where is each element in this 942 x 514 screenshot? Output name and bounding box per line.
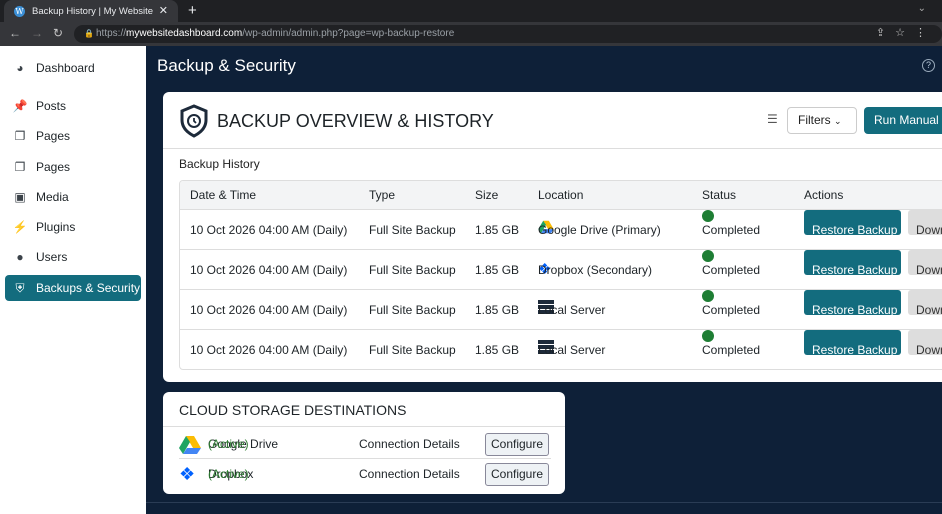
column-header: Actions — [804, 188, 844, 202]
run-manual-backup-button[interactable]: Run Manual Backup — [864, 107, 942, 134]
table-row: 10 Oct 2026 04:00 AM (Daily) Full Site B… — [180, 209, 942, 249]
connection-details: Connection Details — [359, 467, 460, 481]
page-title: Backup & Security — [157, 56, 296, 75]
reload-icon[interactable]: ↻ — [53, 26, 63, 40]
shield-icon: ⛨ — [15, 280, 25, 295]
sidebar-item-pages-2[interactable]: ❐ Pages — [5, 154, 141, 180]
backup-overview-card: BACKUP OVERVIEW & HISTORY ☰ Filters ⌄ Ru… — [163, 92, 942, 382]
cloud-item-dropbox: ❖ Dropbox (Active) Connection Details Co… — [179, 459, 551, 489]
configure-button[interactable]: Configure — [485, 463, 549, 486]
wordpress-icon: W — [14, 5, 25, 17]
sidebar-item-dashboard[interactable]: ◕ Dashboard — [5, 55, 141, 81]
help-icon[interactable]: ? — [922, 59, 935, 72]
media-icon: ▣ — [14, 190, 26, 204]
restore-backup-button[interactable]: Restore Backup — [804, 330, 901, 357]
close-tab-icon[interactable]: ✕ — [159, 4, 168, 17]
pin-icon: 📌 — [12, 99, 28, 113]
date-cell: 10 Oct 2026 04:00 AM (Daily) — [190, 263, 348, 277]
size-cell: 1.85 GB — [475, 223, 520, 237]
dashboard-icon: ◕ — [16, 61, 24, 75]
divider — [163, 148, 942, 149]
chevron-down-icon: ⌄ — [834, 116, 842, 126]
bookmark-icon[interactable]: ⇪☆⋮ — [876, 26, 936, 39]
column-header: Type — [369, 188, 396, 202]
backup-history-table: Date & Time Type Size Location Status Ac… — [179, 180, 942, 370]
restore-backup-button[interactable]: Restore Backup — [804, 250, 901, 277]
download-button[interactable]: Download — [908, 250, 942, 275]
sidebar-item-plugins[interactable]: ⚡ Plugins — [5, 214, 141, 240]
divider — [163, 426, 565, 427]
user-icon: ● — [16, 250, 24, 264]
table-row: 10 Oct 2026 04:00 AM (Daily) Full Site B… — [180, 329, 942, 369]
cloud-item-google-drive: Google Drive (Active) Connection Details… — [179, 429, 551, 459]
download-button[interactable]: Download — [908, 210, 942, 235]
restore-backup-button[interactable]: Restore Backup — [804, 290, 901, 317]
card-title: BACKUP OVERVIEW & HISTORY — [217, 111, 494, 131]
column-header: Status — [702, 188, 737, 202]
new-tab-button[interactable]: + — [188, 2, 197, 19]
column-header: Date & Time — [190, 188, 257, 202]
table-row: 10 Oct 2026 04:00 AM (Daily) Full Site B… — [180, 249, 942, 289]
sidebar-item-pages[interactable]: ❐ Pages — [5, 123, 141, 149]
date-cell: 10 Oct 2026 04:00 AM (Daily) — [190, 223, 348, 237]
forward-icon[interactable]: → — [31, 26, 43, 40]
section-label: Backup History — [179, 157, 260, 171]
column-header: Location — [538, 188, 584, 202]
google-drive-icon — [179, 429, 201, 459]
cloud-card-title: CLOUD STORAGE DESTINATIONS — [179, 402, 407, 418]
filter-icon[interactable]: ☰ — [767, 112, 778, 126]
configure-button[interactable]: Configure — [485, 433, 549, 456]
date-cell: 10 Oct 2026 04:00 AM (Daily) — [190, 303, 348, 317]
sidebar-item-users[interactable]: ● Users — [5, 244, 141, 270]
download-button[interactable]: Download — [908, 330, 942, 355]
tab-title: Backup History | My Website — [32, 5, 154, 17]
plugin-icon: ⚡ — [12, 220, 28, 234]
size-cell: 1.85 GB — [475, 263, 520, 277]
sidebar-item-backups-security[interactable]: ⛨ Backups & Security — [5, 275, 141, 301]
restore-backup-button[interactable]: Restore Backup — [804, 210, 901, 237]
cloud-storage-card: CLOUD STORAGE DESTINATIONS Google Drive … — [163, 392, 565, 494]
sidebar-item-media[interactable]: ▣ Media — [5, 184, 141, 210]
type-cell: Full Site Backup — [369, 263, 456, 277]
divider — [146, 502, 942, 503]
tab-search-icon[interactable]: ⌄ — [918, 3, 926, 14]
size-cell: 1.85 GB — [475, 343, 520, 357]
pages-icon: ❐ — [14, 129, 26, 143]
type-cell: Full Site Backup — [369, 343, 456, 357]
filters-dropdown[interactable]: Filters ⌄ — [787, 107, 857, 134]
dropbox-icon: ❖ — [179, 464, 196, 484]
download-button[interactable]: Download — [908, 290, 942, 315]
type-cell: Full Site Backup — [369, 223, 456, 237]
back-icon[interactable]: ← — [9, 26, 21, 40]
browser-tab[interactable]: W Backup History | My Website ✕ — [4, 0, 178, 22]
type-cell: Full Site Backup — [369, 303, 456, 317]
address-bar-row: ← → ↻ 🔒 https://mywebsitedashboard.com/wp… — [0, 22, 942, 46]
sidebar-item-posts[interactable]: 📌 Posts — [5, 93, 141, 119]
lock-icon: 🔒 — [84, 29, 94, 38]
date-cell: 10 Oct 2026 04:00 AM (Daily) — [190, 343, 348, 357]
sidebar: ◕ Dashboard 📌 Posts ❐ Pages ❐ Pages ▣ Media ⚡… — [0, 46, 146, 514]
table-row: 10 Oct 2026 04:00 AM (Daily) Full Site B… — [180, 289, 942, 329]
table-header: Date & Time Type Size Location Status Ac… — [180, 181, 942, 209]
browser-tab-bar: W Backup History | My Website ✕ + ⌄ — [0, 0, 942, 22]
url-input[interactable]: 🔒 https://mywebsitedashboard.com/wp-admin… — [74, 25, 942, 43]
connection-details: Connection Details — [359, 437, 460, 451]
column-header: Size — [475, 188, 499, 202]
pages-icon: ❐ — [14, 160, 26, 174]
shield-history-icon — [180, 104, 208, 138]
size-cell: 1.85 GB — [475, 303, 520, 317]
